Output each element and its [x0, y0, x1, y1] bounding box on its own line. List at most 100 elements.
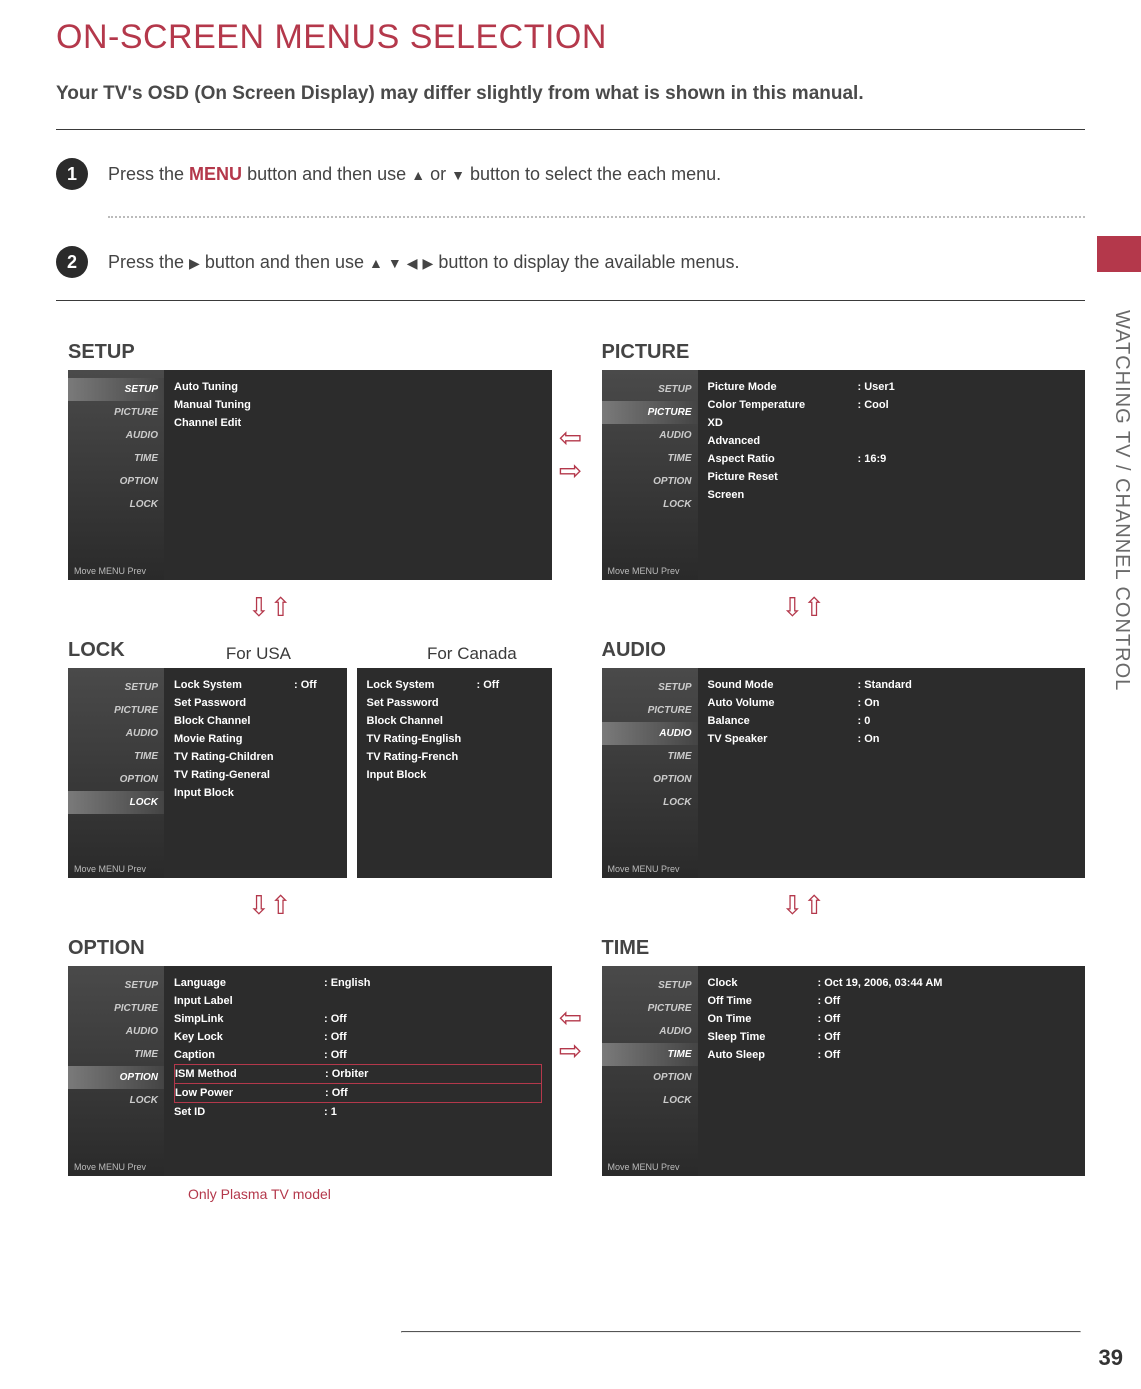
- lock-usa-menu-body: Lock System: Off Set Password Block Chan…: [164, 668, 347, 878]
- side-tab-audio[interactable]: AUDIO: [68, 722, 164, 745]
- menu-line[interactable]: Lock System: Off: [367, 676, 542, 694]
- side-tab-option[interactable]: OPTION: [68, 1066, 164, 1089]
- menu-footer-hint: Move MENU Prev: [74, 864, 146, 874]
- menu-line[interactable]: TV Rating-Children: [174, 748, 337, 766]
- side-tab-option[interactable]: OPTION: [602, 768, 698, 791]
- side-tab-lock[interactable]: LOCK: [68, 493, 164, 516]
- menu-line[interactable]: Picture Reset: [708, 468, 1076, 486]
- menu-line[interactable]: TV Rating-General: [174, 766, 337, 784]
- menu-line[interactable]: Caption: Off: [174, 1046, 542, 1064]
- menu-line[interactable]: Key Lock: Off: [174, 1028, 542, 1046]
- side-tab-option[interactable]: OPTION: [602, 1066, 698, 1089]
- side-tab-lock[interactable]: LOCK: [602, 1089, 698, 1112]
- side-tab-picture[interactable]: PICTURE: [602, 997, 698, 1020]
- menu-footer-hint: Move MENU Prev: [74, 566, 146, 576]
- side-tab-picture[interactable]: PICTURE: [68, 997, 164, 1020]
- menu-line[interactable]: Color Temperature: Cool: [708, 396, 1076, 414]
- menu-line[interactable]: Set ID: 1: [174, 1103, 542, 1121]
- side-tab-setup[interactable]: SETUP: [602, 676, 698, 699]
- menu-line[interactable]: Input Block: [367, 766, 542, 784]
- menu-line[interactable]: Sound Mode: Standard: [708, 676, 1076, 694]
- menu-footer-hint: Move MENU Prev: [74, 1162, 146, 1172]
- side-tab-lock[interactable]: LOCK: [602, 791, 698, 814]
- menu-line[interactable]: XD: [708, 414, 1076, 432]
- arrows-left-right-icon: ⇦⇨: [559, 421, 582, 487]
- arrows-down-up-icon: ⇩⇧: [782, 592, 826, 623]
- menu-sidebar: SETUP PICTURE AUDIO TIME OPTION LOCK: [602, 966, 698, 1176]
- menu-line[interactable]: Auto Volume: On: [708, 694, 1076, 712]
- menu-line[interactable]: Screen: [708, 486, 1076, 504]
- option-menu-body: Language: English Input Label SimpLink: …: [164, 966, 552, 1176]
- side-tab-setup[interactable]: SETUP: [602, 974, 698, 997]
- arrows-down-up-icon: ⇩⇧: [248, 890, 292, 921]
- menu-line[interactable]: Balance: 0: [708, 712, 1076, 730]
- menu-line[interactable]: Auto Tuning: [174, 378, 542, 396]
- step-2-row: 2 Press the ▶ button and then use ▲ ▼ ◀ …: [0, 218, 1141, 286]
- menu-line[interactable]: Channel Edit: [174, 414, 542, 432]
- menu-line[interactable]: Set Password: [174, 694, 337, 712]
- menu-line[interactable]: Sleep Time: Off: [708, 1028, 1076, 1046]
- menu-line-plasma[interactable]: ISM Method: Orbiter: [174, 1064, 542, 1084]
- side-tab-lock[interactable]: LOCK: [68, 791, 164, 814]
- side-tab-audio[interactable]: AUDIO: [602, 722, 698, 745]
- menu-line[interactable]: Manual Tuning: [174, 396, 542, 414]
- menu-line[interactable]: Off Time: Off: [708, 992, 1076, 1010]
- side-tab-option[interactable]: OPTION: [602, 470, 698, 493]
- menu-line[interactable]: Block Channel: [367, 712, 542, 730]
- menu-line[interactable]: Clock: Oct 19, 2006, 03:44 AM: [708, 974, 1076, 992]
- audio-menu-body: Sound Mode: Standard Auto Volume: On Bal…: [698, 668, 1086, 878]
- arrows-down-up-icon: ⇩⇧: [248, 592, 292, 623]
- audio-block: ⇩⇧ AUDIO SETUP PICTURE AUDIO TIME OPTION…: [602, 584, 1086, 878]
- up-triangle-icon: ▲: [411, 167, 425, 183]
- menu-line[interactable]: Input Label: [174, 992, 542, 1010]
- menu-line-plasma[interactable]: Low Power: Off: [174, 1084, 542, 1103]
- down-triangle-icon: ▼: [388, 255, 402, 271]
- step-1-p2: button and then use: [247, 164, 411, 184]
- side-tab-time[interactable]: TIME: [68, 447, 164, 470]
- side-tab-lock[interactable]: LOCK: [68, 1089, 164, 1112]
- side-tab-time[interactable]: TIME: [602, 1043, 698, 1066]
- menu-footer-hint: Move MENU Prev: [608, 1162, 680, 1172]
- menu-line[interactable]: On Time: Off: [708, 1010, 1076, 1028]
- page-subtitle: Your TV's OSD (On Screen Display) may di…: [0, 63, 1141, 115]
- side-tab-time[interactable]: TIME: [602, 447, 698, 470]
- menu-line[interactable]: Picture Mode: User1: [708, 378, 1076, 396]
- side-tab-picture[interactable]: PICTURE: [602, 699, 698, 722]
- menu-line[interactable]: Lock System: Off: [174, 676, 337, 694]
- setup-section-title: SETUP: [68, 341, 552, 364]
- side-tab-setup[interactable]: SETUP: [68, 378, 164, 401]
- menu-line[interactable]: Movie Rating: [174, 730, 337, 748]
- menu-line[interactable]: Auto Sleep: Off: [708, 1046, 1076, 1064]
- side-tab-audio[interactable]: AUDIO: [602, 424, 698, 447]
- side-tab-setup[interactable]: SETUP: [68, 676, 164, 699]
- menu-line[interactable]: Language: English: [174, 974, 542, 992]
- menu-line[interactable]: SimpLink: Off: [174, 1010, 542, 1028]
- menu-sidebar: SETUP PICTURE AUDIO TIME OPTION LOCK: [602, 370, 698, 580]
- lock-canada-menu-body: Lock System: Off Set Password Block Chan…: [357, 668, 552, 878]
- side-tab-audio[interactable]: AUDIO: [68, 424, 164, 447]
- menu-line[interactable]: Aspect Ratio: 16:9: [708, 450, 1076, 468]
- side-tab-audio[interactable]: AUDIO: [68, 1020, 164, 1043]
- up-triangle-icon: ▲: [369, 255, 383, 271]
- side-tab-picture[interactable]: PICTURE: [602, 401, 698, 424]
- menu-line[interactable]: Advanced: [708, 432, 1076, 450]
- side-tab-lock[interactable]: LOCK: [602, 493, 698, 516]
- menu-line[interactable]: TV Rating-French: [367, 748, 542, 766]
- option-menu-screen: SETUP PICTURE AUDIO TIME OPTION LOCK Lan…: [68, 966, 552, 1176]
- menu-line[interactable]: Input Block: [174, 784, 337, 802]
- side-tab-picture[interactable]: PICTURE: [68, 699, 164, 722]
- side-tab-time[interactable]: TIME: [68, 1043, 164, 1066]
- step-2-number: 2: [56, 246, 88, 278]
- side-tab-time[interactable]: TIME: [68, 745, 164, 768]
- side-tab-setup[interactable]: SETUP: [68, 974, 164, 997]
- side-tab-audio[interactable]: AUDIO: [602, 1020, 698, 1043]
- side-tab-setup[interactable]: SETUP: [602, 378, 698, 401]
- menu-line[interactable]: Block Channel: [174, 712, 337, 730]
- menu-line[interactable]: TV Speaker: On: [708, 730, 1076, 748]
- menu-line[interactable]: Set Password: [367, 694, 542, 712]
- side-tab-picture[interactable]: PICTURE: [68, 401, 164, 424]
- side-tab-option[interactable]: OPTION: [68, 470, 164, 493]
- side-tab-option[interactable]: OPTION: [68, 768, 164, 791]
- side-tab-time[interactable]: TIME: [602, 745, 698, 768]
- menu-line[interactable]: TV Rating-English: [367, 730, 542, 748]
